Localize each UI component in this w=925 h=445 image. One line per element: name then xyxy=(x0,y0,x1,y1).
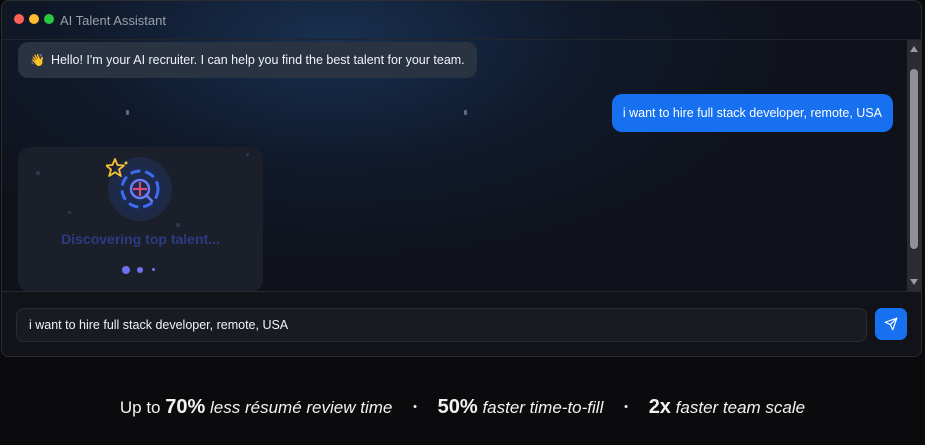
stat-desc-review-time: less résumé review time xyxy=(210,398,393,417)
scroll-up-arrow-icon[interactable] xyxy=(909,44,919,54)
stats-banner: Up to 70% less résumé review time • 50% … xyxy=(0,396,925,419)
user-message: i want to hire full stack developer, rem… xyxy=(611,94,893,132)
stat-value-time-to-fill: 50% xyxy=(437,396,478,418)
chat-messages: 👋 Hello! I'm your AI recruiter. I can he… xyxy=(2,40,907,291)
loading-card: Discovering top talent... xyxy=(18,147,263,291)
window-title: AI Talent Assistant xyxy=(60,13,166,28)
stat-value-review-time: 70% xyxy=(165,396,206,418)
loading-dot xyxy=(152,268,155,271)
decorative-dot xyxy=(68,211,71,214)
maximize-window-button[interactable] xyxy=(44,14,54,24)
user-message-text: i want to hire full stack developer, rem… xyxy=(622,106,882,120)
loading-status-text: Discovering top talent... xyxy=(61,231,220,247)
chat-window: AI Talent Assistant 👋 Hello! I'm your AI… xyxy=(1,0,922,357)
send-icon xyxy=(884,317,898,331)
ai-greeting-message: 👋 Hello! I'm your AI recruiter. I can he… xyxy=(18,42,477,78)
minimize-window-button[interactable] xyxy=(29,14,39,24)
ai-greeting-text: Hello! I'm your AI recruiter. I can help… xyxy=(50,53,465,67)
waving-hand-icon: 👋 xyxy=(30,53,45,67)
decorative-dot xyxy=(36,171,40,175)
stat-desc-time-to-fill: faster time-to-fill xyxy=(482,398,604,417)
loading-dot xyxy=(122,266,130,274)
chat-scrollbar[interactable] xyxy=(907,40,921,291)
decorative-speck xyxy=(464,110,467,115)
message-input[interactable] xyxy=(16,308,867,342)
scroll-down-arrow-icon[interactable] xyxy=(909,277,919,287)
decorative-dot xyxy=(176,223,180,227)
send-button[interactable] xyxy=(875,308,907,340)
stat-separator: • xyxy=(413,401,417,413)
stat-value-team-scale: 2x xyxy=(648,396,671,418)
talent-search-icon xyxy=(106,157,172,221)
decorative-dot xyxy=(246,153,249,156)
decorative-speck xyxy=(126,110,129,115)
close-window-button[interactable] xyxy=(14,14,24,24)
stat-desc-team-scale: faster team scale xyxy=(675,398,806,417)
scrollbar-thumb[interactable] xyxy=(910,69,918,249)
stat-prefix: Up to xyxy=(119,398,161,417)
stat-separator: • xyxy=(624,401,628,413)
title-bar: AI Talent Assistant xyxy=(2,1,921,40)
message-composer xyxy=(2,291,921,356)
loading-dot xyxy=(137,267,143,273)
